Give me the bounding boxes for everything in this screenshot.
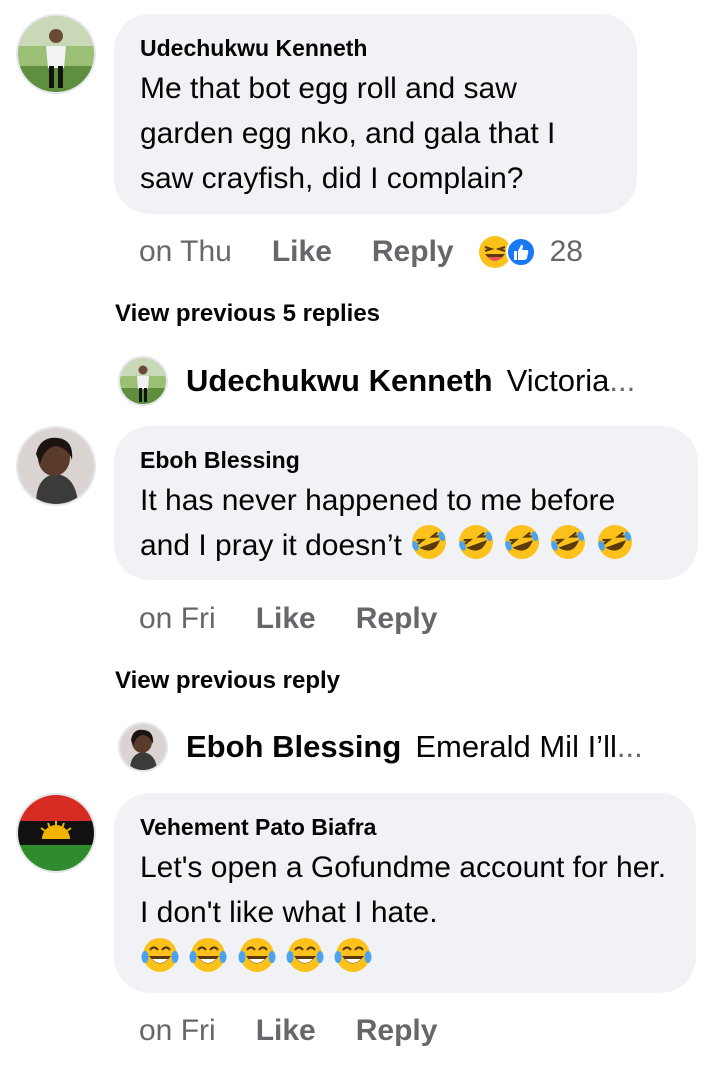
- tears-of-joy-emoji-icon: [238, 938, 276, 972]
- avatar-eboh-blessing-small: [120, 724, 166, 770]
- tears-of-joy-emoji-icon: [189, 938, 227, 972]
- rolling-laugh-emoji-icon: [458, 525, 493, 559]
- comment-time[interactable]: on Fri: [139, 602, 216, 636]
- rolling-laugh-emoji-icon: [551, 525, 586, 559]
- comment-time[interactable]: on Thu: [139, 235, 232, 269]
- tears-of-joy-emoji-icon: [141, 938, 179, 972]
- rolling-laugh-emoji-icon: [504, 525, 539, 559]
- comment-bubble: Eboh Blessing It has never happened to m…: [114, 426, 698, 580]
- comment-text: It has never happened to me before and I…: [140, 478, 672, 568]
- tears-of-joy-emoji-icon: [334, 938, 372, 972]
- reply-snippet: Emerald Mil I’ll: [415, 729, 617, 764]
- reply-ellipsis: ...: [609, 363, 636, 398]
- reply-button[interactable]: Reply: [372, 235, 454, 269]
- reply-button[interactable]: Reply: [356, 602, 438, 636]
- comment-text: Let's open a Gofundme account for her. I…: [140, 845, 670, 979]
- comment-text: Me that bot egg roll and saw garden egg …: [140, 72, 556, 195]
- like-thumb-icon: [505, 237, 536, 267]
- comment-bubble: Vehement Pato Biafra Let's open a Gofund…: [114, 793, 696, 993]
- comment-meta: on Thu Like Reply 28: [139, 232, 583, 272]
- avatar-vehement-pato-biafra[interactable]: [18, 795, 94, 871]
- rolling-laugh-emoji-icon: [412, 525, 447, 559]
- like-button[interactable]: Like: [272, 235, 332, 269]
- tears-of-joy-emoji-icon: [286, 938, 324, 972]
- like-button[interactable]: Like: [256, 602, 316, 636]
- avatar-udechukwu-kenneth-small: [120, 358, 166, 404]
- rolling-laugh-emoji-group: [410, 525, 633, 562]
- view-previous-reply-link[interactable]: View previous reply: [115, 667, 340, 695]
- reply-preview[interactable]: Udechukwu Kenneth Victoria...: [120, 356, 635, 406]
- comment-author[interactable]: Vehement Pato Biafra: [140, 813, 670, 841]
- comment-author[interactable]: Eboh Blessing: [140, 446, 672, 474]
- like-button[interactable]: Like: [256, 1014, 316, 1048]
- comment-author[interactable]: Udechukwu Kenneth: [140, 34, 611, 62]
- reaction-count: 28: [549, 235, 583, 268]
- reply-snippet: Victoria: [506, 363, 610, 398]
- comment-meta: on Fri Like Reply: [139, 599, 477, 639]
- avatar-eboh-blessing[interactable]: [18, 428, 94, 504]
- avatar-udechukwu-kenneth[interactable]: [18, 16, 94, 92]
- reactions[interactable]: 28: [478, 235, 583, 269]
- comment-text-content: Let's open a Gofundme account for her. I…: [140, 851, 667, 929]
- comment-time[interactable]: on Fri: [139, 1014, 216, 1048]
- comment-meta: on Fri Like Reply: [139, 1011, 477, 1051]
- reply-ellipsis: ...: [616, 729, 643, 764]
- reply-preview[interactable]: Eboh Blessing Emerald Mil I’ll...: [120, 722, 643, 772]
- view-previous-replies-link[interactable]: View previous 5 replies: [115, 300, 380, 328]
- comment-bubble: Udechukwu Kenneth Me that bot egg roll a…: [114, 14, 637, 214]
- reply-author: Eboh Blessing: [186, 729, 402, 764]
- tears-of-joy-emoji-group: [140, 935, 670, 979]
- reply-button[interactable]: Reply: [356, 1014, 438, 1048]
- reply-author: Udechukwu Kenneth: [186, 363, 493, 398]
- rolling-laugh-emoji-icon: [597, 525, 632, 559]
